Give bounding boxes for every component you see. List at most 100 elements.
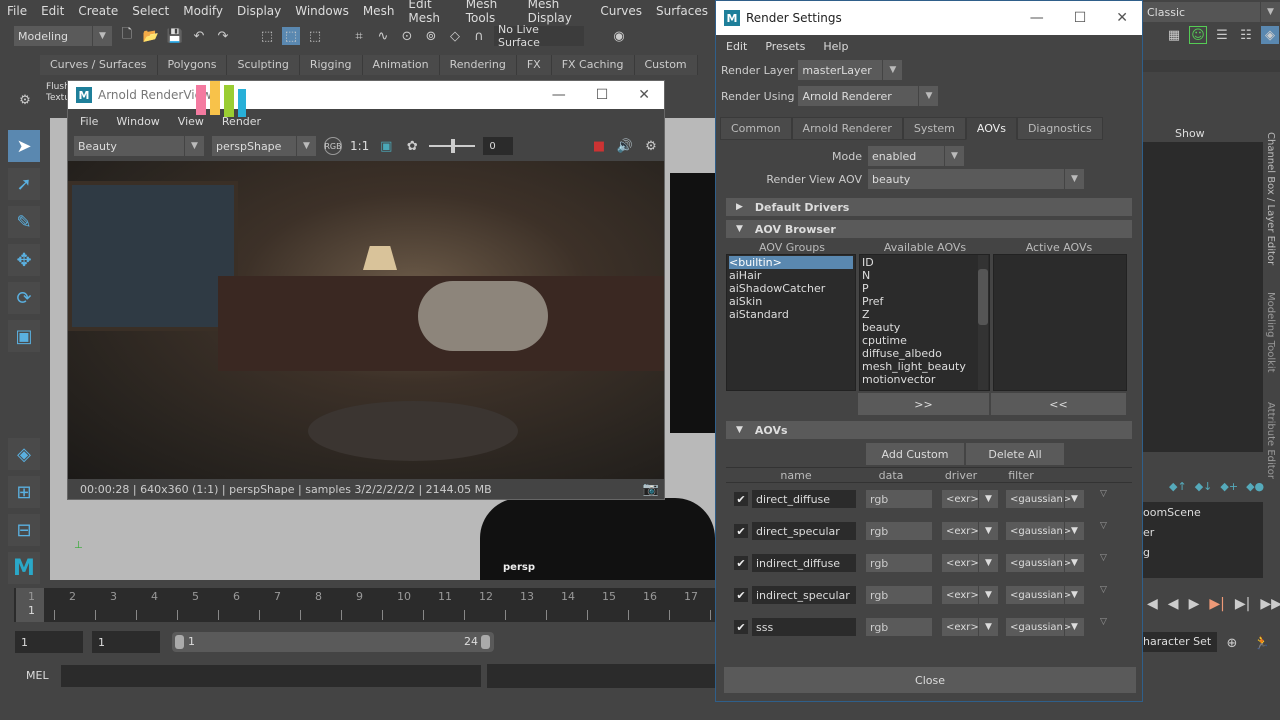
layout-four-icon[interactable]: ⊞ xyxy=(8,476,40,508)
renderview-menu-file[interactable]: File xyxy=(80,115,98,128)
tool-settings-icon[interactable]: ☷ xyxy=(1237,26,1255,44)
sound-icon[interactable]: 🔊 xyxy=(616,137,634,155)
menu-surfaces[interactable]: Surfaces xyxy=(649,4,715,18)
aov-filter-dropdown[interactable]: <gaussian> ▼ xyxy=(1006,554,1084,572)
aov-group-item[interactable]: aiStandard xyxy=(729,308,853,321)
zoom-ratio-button[interactable]: 1:1 xyxy=(350,139,369,153)
menu-mesh-display[interactable]: Mesh Display xyxy=(521,0,594,25)
snap-curve-icon[interactable]: ∿ xyxy=(374,27,392,45)
step-forward-icon[interactable]: ▶| xyxy=(1235,596,1250,612)
shelf-tab-rigging[interactable]: Rigging xyxy=(299,55,363,75)
menu-curves[interactable]: Curves xyxy=(593,4,649,18)
shelf-tab-fx-caching[interactable]: FX Caching xyxy=(551,55,635,75)
aov-filter-dropdown[interactable]: <gaussian> ▼ xyxy=(1006,586,1084,604)
play-forward-icon[interactable]: ▶ xyxy=(1189,596,1200,612)
channel-box-icon[interactable]: ◈ xyxy=(1261,26,1279,44)
channel-box-tab[interactable]: Channel Box / Layer Editor xyxy=(1265,132,1276,265)
snap-surface-icon[interactable]: ◇ xyxy=(446,27,464,45)
character-controls-icon[interactable]: ☺ xyxy=(1189,26,1207,44)
renderview-menu-window[interactable]: Window xyxy=(116,115,159,128)
snap-grid-icon[interactable]: ⌗ xyxy=(350,27,368,45)
close-button[interactable]: Close xyxy=(724,667,1136,693)
aov-data-field[interactable]: rgb xyxy=(866,586,932,604)
menu-presets[interactable]: Presets xyxy=(765,40,805,53)
shelf-tab-fx[interactable]: FX xyxy=(516,55,552,75)
render-view-icon[interactable]: ◉ xyxy=(610,27,628,45)
default-drivers-section[interactable]: ▶ Default Drivers xyxy=(726,198,1132,216)
aov-driver-dropdown[interactable]: <exr> ▼ xyxy=(942,586,998,604)
shelf-tab-animation[interactable]: Animation xyxy=(362,55,440,75)
stop-render-icon[interactable]: ■ xyxy=(590,137,608,155)
search-field[interactable] xyxy=(1143,60,1280,72)
select-tool-icon[interactable]: ➤ xyxy=(8,130,40,162)
move-tool-icon[interactable]: ✥ xyxy=(8,244,40,276)
command-language-button[interactable]: MEL xyxy=(26,669,49,682)
active-aovs-list[interactable] xyxy=(993,254,1127,391)
aov-filter-dropdown[interactable]: <gaussian> ▼ xyxy=(1006,618,1084,636)
layout-single-icon[interactable]: ◈ xyxy=(8,438,40,470)
menu-edit-mesh[interactable]: Edit Mesh xyxy=(401,0,458,25)
snapshot-icon[interactable]: 📷 xyxy=(642,480,660,498)
rotate-tool-icon[interactable]: ⟳ xyxy=(8,282,40,314)
aov-options-icon[interactable]: ▽ xyxy=(1100,585,1107,595)
shelf-tab-rendering[interactable]: Rendering xyxy=(439,55,517,75)
exposure-slider[interactable] xyxy=(429,139,476,153)
aov-data-field[interactable]: rgb xyxy=(866,490,932,508)
render-using-dropdown[interactable]: Arnold Renderer ▼ xyxy=(798,86,939,106)
time-slider[interactable]: 1 1 2 3 4 5 6 7 8 9 10 11 12 13 14 15 16 17 xyxy=(14,588,715,622)
available-aov-item[interactable]: P xyxy=(862,282,987,295)
aov-enabled-checkbox[interactable]: ✔ xyxy=(734,524,748,538)
aov-enabled-checkbox[interactable]: ✔ xyxy=(734,556,748,570)
aov-data-field[interactable]: rgb xyxy=(866,618,932,636)
aov-dropdown[interactable]: Beauty ▼ xyxy=(74,136,204,156)
show-menu[interactable]: Show xyxy=(1143,127,1205,140)
aov-group-item[interactable]: aiSkin xyxy=(729,295,853,308)
aov-driver-dropdown[interactable]: <exr> ▼ xyxy=(942,522,998,540)
scale-tool-icon[interactable]: ▣ xyxy=(8,320,40,352)
aov-filter-dropdown[interactable]: <gaussian> ▼ xyxy=(1006,490,1084,508)
range-slider[interactable]: 1 24 xyxy=(172,632,494,652)
tab-diagnostics[interactable]: Diagnostics xyxy=(1016,117,1103,140)
aov-data-field[interactable]: rgb xyxy=(866,554,932,572)
available-aovs-list[interactable]: ID N P Pref Zbeauty cputime diffuse_albedo mesh… xyxy=(859,254,990,391)
layer-item[interactable]: er xyxy=(1143,526,1263,546)
aov-enabled-checkbox[interactable]: ✔ xyxy=(734,588,748,602)
menu-modify[interactable]: Modify xyxy=(176,4,230,18)
add-aov-button[interactable]: >> xyxy=(858,393,989,415)
menu-edit[interactable]: Edit xyxy=(34,4,71,18)
tab-aovs[interactable]: AOVs xyxy=(965,117,1017,140)
available-aov-item[interactable]: N xyxy=(862,269,987,282)
available-aov-item[interactable]: diffuse_albedo xyxy=(862,347,987,360)
new-layer-selected-icon[interactable]: ◆● xyxy=(1246,480,1264,493)
save-scene-icon[interactable]: 💾 xyxy=(166,27,184,45)
aov-options-icon[interactable]: ▽ xyxy=(1100,617,1107,627)
playback-start-field[interactable]: 1 xyxy=(92,631,160,653)
range-end-handle[interactable] xyxy=(481,635,490,649)
animation-prefs-icon[interactable]: 🏃 xyxy=(1253,634,1271,652)
aov-group-item[interactable]: aiShadowCatcher xyxy=(729,282,853,295)
render-view-aov-dropdown[interactable]: beauty ▼ xyxy=(868,169,1084,189)
play-back-icon[interactable]: ◀ xyxy=(1168,596,1179,612)
aov-group-item[interactable]: <builtin> xyxy=(729,256,853,269)
new-layer-icon[interactable]: ◆+ xyxy=(1220,480,1238,493)
lasso-tool-icon[interactable]: ➚ xyxy=(8,168,40,200)
menu-select[interactable]: Select xyxy=(125,4,176,18)
aov-driver-dropdown[interactable]: <exr> ▼ xyxy=(942,490,998,508)
select-hierarchy-icon[interactable]: ⬚ xyxy=(258,27,276,45)
move-layer-down-icon[interactable]: ◆↓ xyxy=(1195,480,1213,493)
menu-windows[interactable]: Windows xyxy=(288,4,356,18)
frame-region-icon[interactable]: ▣ xyxy=(377,137,395,155)
maximize-icon[interactable]: ☐ xyxy=(1074,10,1087,26)
aov-name-field[interactable]: direct_diffuse xyxy=(752,490,856,508)
step-forward-key-icon[interactable]: ▶| xyxy=(1209,596,1224,612)
modeling-toolkit-icon[interactable]: ▦ xyxy=(1165,26,1183,44)
available-aov-item[interactable]: Pref xyxy=(862,295,987,308)
shelf-tab-curves-surfaces[interactable]: Curves / Surfaces xyxy=(40,55,158,75)
aov-driver-dropdown[interactable]: <exr> ▼ xyxy=(942,554,998,572)
shelf-tab-custom[interactable]: Custom xyxy=(634,55,698,75)
add-custom-button[interactable]: Add Custom xyxy=(866,443,964,465)
open-scene-icon[interactable]: 📂 xyxy=(142,27,160,45)
select-object-icon[interactable]: ⬚ xyxy=(282,27,300,45)
close-icon[interactable]: ✕ xyxy=(638,87,650,103)
undo-icon[interactable]: ↶ xyxy=(190,27,208,45)
